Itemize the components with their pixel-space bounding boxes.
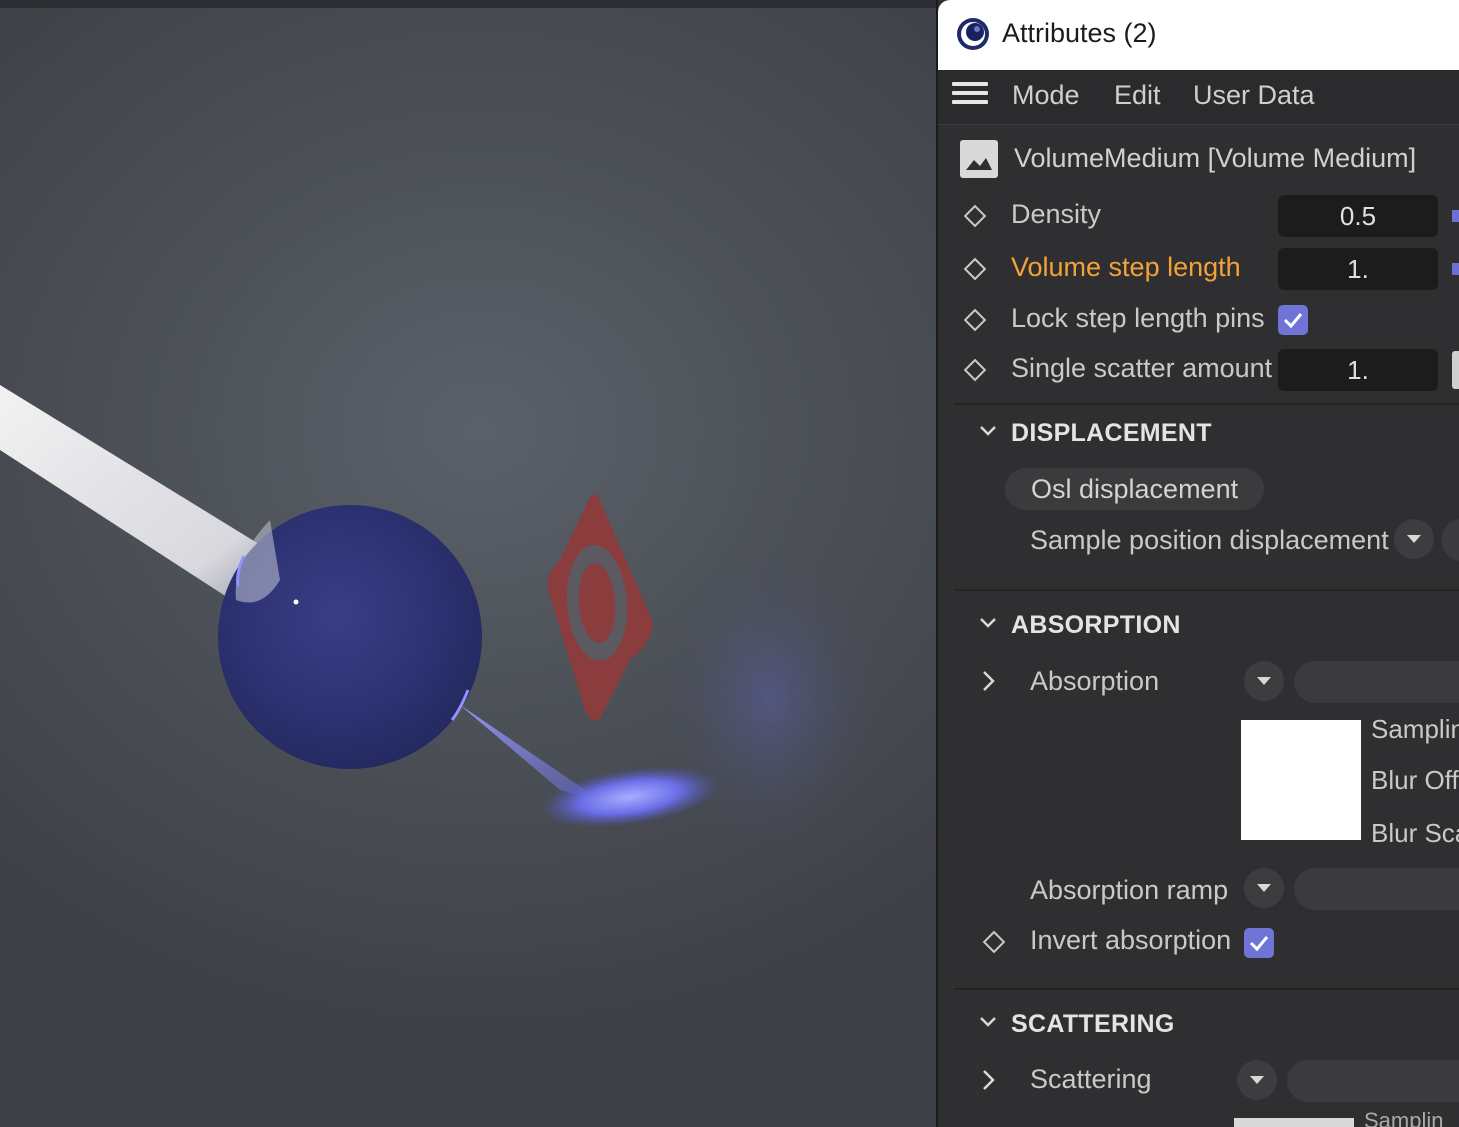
single-scatter-amount-field[interactable]: 1.: [1278, 349, 1438, 391]
scattering-title: SCATTERING: [1011, 1010, 1175, 1038]
chevron-down-icon: [980, 426, 996, 436]
volume-step-length-slider[interactable]: [1452, 263, 1459, 275]
density-slider[interactable]: [1452, 210, 1459, 222]
caret-down-icon: [1257, 677, 1271, 685]
sample-position-field[interactable]: [1442, 519, 1459, 561]
render-viewport[interactable]: [0, 0, 936, 1127]
menu-item-edit[interactable]: Edit: [1114, 80, 1161, 111]
keyframe-diamond-icon[interactable]: [963, 257, 987, 281]
invert-absorption-label: Invert absorption: [1030, 925, 1232, 955]
chevron-right-icon[interactable]: [980, 1069, 998, 1091]
displacement-section-header[interactable]: DISPLACEMENT: [938, 410, 1459, 454]
volume-step-length-label: Volume step length: [1011, 252, 1241, 282]
single-scatter-amount-label: Single scatter amount: [1011, 353, 1273, 383]
menu-bar: Mode Edit User Data: [938, 70, 1459, 125]
hamburger-menu-icon[interactable]: [952, 82, 988, 110]
title-bar: Attributes (2): [938, 0, 1459, 70]
lock-step-length-pins-label: Lock step length pins: [1011, 303, 1265, 333]
sample-position-dropdown[interactable]: [1394, 519, 1434, 559]
displacement-title: DISPLACEMENT: [1011, 419, 1212, 447]
section-divider: [954, 589, 1459, 591]
density-field[interactable]: 0.5: [1278, 195, 1438, 237]
chevron-down-icon: [980, 1017, 996, 1027]
absorption-label: Absorption: [1030, 666, 1160, 696]
panel-title: Attributes (2): [1002, 18, 1157, 48]
volume-step-length-row: Volume step length 1.: [938, 246, 1459, 292]
chevron-down-icon: [980, 618, 996, 628]
scattering-dropdown[interactable]: [1237, 1060, 1277, 1100]
blur-scale-label: Blur Sca: [1371, 818, 1459, 848]
keyframe-diamond-icon[interactable]: [982, 930, 1006, 954]
scattering-texture-field[interactable]: [1287, 1060, 1459, 1102]
blur-offset-label: Blur Off: [1371, 765, 1459, 795]
lock-step-length-pins-row: Lock step length pins: [938, 297, 1459, 343]
absorption-ramp-label: Absorption ramp: [1030, 875, 1229, 905]
attributes-panel: Attributes (2) Mode Edit User Data Volum…: [936, 0, 1459, 1127]
scattering-section-header[interactable]: SCATTERING: [938, 1001, 1459, 1045]
volume-step-length-field[interactable]: 1.: [1278, 248, 1438, 290]
menu-item-mode[interactable]: Mode: [1012, 80, 1080, 111]
absorption-dropdown[interactable]: [1244, 661, 1284, 701]
checkmark-icon: [1249, 936, 1269, 952]
caret-down-icon: [1250, 1076, 1264, 1084]
keyframe-diamond-icon[interactable]: [963, 308, 987, 332]
object-label: VolumeMedium [Volume Medium]: [1014, 143, 1417, 173]
menu-item-user-data[interactable]: User Data: [1193, 80, 1315, 111]
scattering-preview-swatch[interactable]: [1234, 1118, 1354, 1127]
absorption-section-header[interactable]: ABSORPTION: [938, 602, 1459, 646]
render-scene: [0, 385, 880, 850]
checkmark-icon: [1283, 313, 1303, 329]
object-header: VolumeMedium [Volume Medium]: [938, 126, 1459, 192]
scattering-label: Scattering: [1030, 1064, 1152, 1094]
cinema4d-logo-icon: [957, 18, 989, 50]
density-label: Density: [1011, 199, 1102, 229]
absorption-preview-swatch[interactable]: [1241, 720, 1361, 840]
sample-position-displacement-label: Sample position displacement: [1030, 525, 1389, 555]
image-icon: [960, 140, 998, 178]
section-divider: [954, 988, 1459, 990]
invert-absorption-checkbox[interactable]: [1244, 928, 1274, 958]
absorption-ramp-field[interactable]: [1294, 868, 1459, 910]
lock-step-length-pins-checkbox[interactable]: [1278, 305, 1308, 335]
keyframe-diamond-icon[interactable]: [963, 204, 987, 228]
caret-down-icon: [1257, 884, 1271, 892]
density-row: Density 0.5: [938, 193, 1459, 239]
absorption-title: ABSORPTION: [1011, 611, 1181, 639]
caret-down-icon: [1407, 535, 1421, 543]
chevron-right-icon[interactable]: [980, 670, 998, 692]
single-scatter-amount-row: Single scatter amount 1.: [938, 347, 1459, 393]
keyframe-diamond-icon[interactable]: [963, 358, 987, 382]
single-scatter-amount-slider[interactable]: [1452, 351, 1459, 389]
absorption-ramp-dropdown[interactable]: [1244, 868, 1284, 908]
scattering-sampling-label: Samplin: [1364, 1108, 1444, 1127]
section-divider: [954, 403, 1459, 405]
osl-displacement-button[interactable]: Osl displacement: [1005, 468, 1265, 510]
sampling-label: Samplin: [1371, 714, 1459, 744]
absorption-texture-field[interactable]: [1294, 661, 1459, 703]
